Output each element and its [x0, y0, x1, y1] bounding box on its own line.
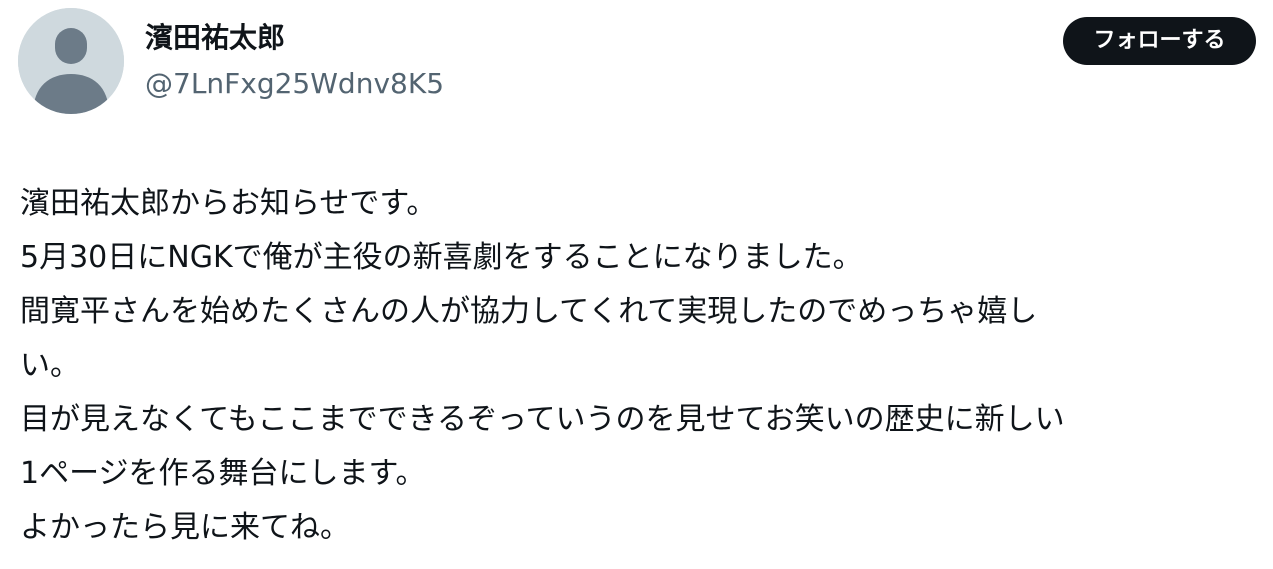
tweet-text-line: 間寛平さんを始めたくさんの人が協力してくれて実現したのでめっちゃ嬉し: [20, 294, 1038, 329]
tweet-card: 濱田祐太郎 @7LnFxg25Wdnv8K5 フォローする 濱田祐太郎からお知ら…: [0, 0, 1273, 569]
follow-button[interactable]: フォローする: [1063, 17, 1256, 65]
tweet-text-line: よかったら見に来てね。: [20, 510, 350, 545]
tweet-text-line: 濱田祐太郎からお知らせです。: [20, 186, 437, 221]
tweet-text-line: い。: [20, 348, 80, 383]
tweet-text-line: 1ページを作る舞台にします。: [20, 456, 426, 491]
author-display-name[interactable]: 濱田祐太郎: [145, 18, 285, 58]
author-handle[interactable]: @7LnFxg25Wdnv8K5: [145, 64, 444, 104]
tweet-text: 濱田祐太郎からお知らせです。 5月30日にNGKで俺が主役の新喜劇をすることにな…: [20, 177, 1265, 555]
avatar[interactable]: [18, 8, 124, 114]
tweet-text-line: 5月30日にNGKで俺が主役の新喜劇をすることになりました。: [20, 240, 863, 275]
tweet-text-line: 目が見えなくてもここまでできるぞっていうのを見せてお笑いの歴史に新しい: [20, 402, 1065, 437]
default-avatar-icon: [18, 8, 124, 114]
